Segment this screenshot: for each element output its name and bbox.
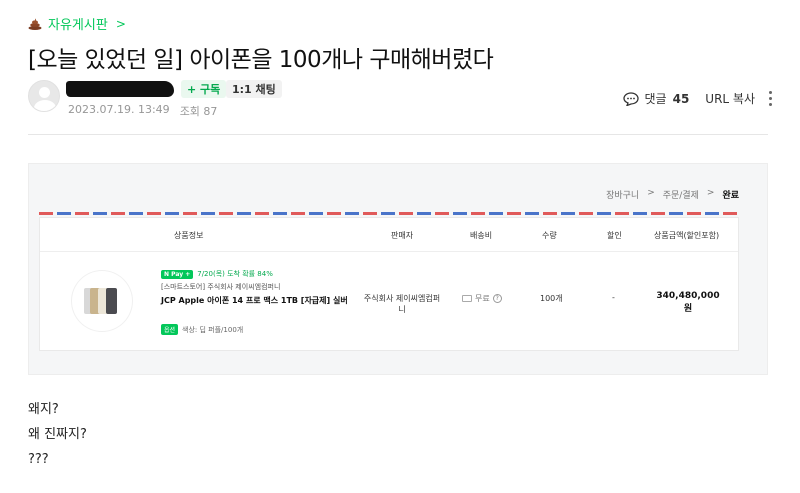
store-line: [스마트스토어] 주식회사 제이씨엠컴퍼니 [161, 283, 281, 291]
option-badge: 옵션 [161, 324, 179, 335]
crumb-checkout: 주문/결제 [662, 191, 699, 201]
order-breadcrumb: 장바구니 > 주문/결제 > 완료 [606, 188, 739, 201]
avatar[interactable] [28, 80, 60, 112]
poop-icon [28, 18, 42, 30]
more-options-icon[interactable] [769, 91, 772, 106]
col-product: 상품정보 [174, 231, 204, 240]
comment-icon[interactable] [622, 91, 639, 106]
url-copy-button[interactable]: URL 복사 [705, 90, 755, 107]
subscribe-button[interactable]: + 구독 [181, 80, 227, 98]
view-count: 조회 87 [179, 105, 218, 118]
seller-name: 주식회사 제이씨엠컴퍼니 [363, 294, 441, 314]
body-line: ??? [28, 452, 49, 467]
comments-label[interactable]: 댓글 [645, 90, 667, 107]
chevron-right-icon: > [115, 16, 126, 31]
chat-button[interactable]: 1:1 채팅 [226, 80, 282, 98]
crumb-sep: > [706, 188, 715, 198]
order-screenshot: 장바구니 > 주문/결제 > 완료 상품정보 판매자 배송비 수량 할인 상품금… [28, 163, 768, 375]
price-cell: 340,480,000 원 [648, 291, 728, 314]
shipping-fee: 무료 [475, 294, 490, 303]
post-date: 2023.07.19. 13:49 [68, 103, 170, 116]
price-value: 340,480,000 [656, 291, 720, 301]
body-line: 왜지? [28, 402, 59, 417]
npay-badge: N Pay + [161, 269, 194, 279]
help-icon: ? [492, 294, 502, 303]
col-qty: 수량 [542, 231, 557, 240]
crumb-complete: 완료 [722, 191, 739, 201]
col-discount: 할인 [607, 231, 622, 240]
col-total: 상품금액(할인포함) [654, 231, 720, 240]
board-label[interactable]: 자유게시판 [48, 14, 108, 33]
truck-icon [462, 295, 472, 302]
shipping-cell: 무료 ? [462, 293, 502, 304]
post-title: [오늘 있었던 일] 아이폰을 100개나 구매해버렸다 [28, 47, 494, 73]
arrival-text: 7/20(목) 도착 확률 84% [197, 270, 273, 278]
order-table-header: 상품정보 판매자 배송비 수량 할인 상품금액(할인포함) [40, 218, 738, 252]
redacted-nickname [66, 81, 174, 97]
discount: - [612, 293, 615, 302]
product-option: 옵션 색상: 딥 퍼플/100개 [161, 324, 243, 335]
order-table: 상품정보 판매자 배송비 수량 할인 상품금액(할인포함) N Pay + 7/… [39, 217, 739, 351]
post-body: 왜지? 왜 진짜지? ??? [28, 397, 87, 472]
option-text: 색상: 딥 퍼플/100개 [182, 325, 244, 334]
order-row: N Pay + 7/20(목) 도착 확률 84% [스마트스토어] 주식회사 … [40, 253, 738, 350]
post-tools: 댓글 45 URL 복사 [622, 90, 772, 107]
delivery-estimate: N Pay + 7/20(목) 도착 확률 84% [161, 269, 273, 279]
post-meta: 2023.07.19. 13:49 조회 87 [68, 103, 217, 119]
comments-count[interactable]: 45 [673, 92, 690, 106]
board-link[interactable]: 자유게시판 > [28, 14, 126, 33]
product-name: JCP Apple 아이폰 14 프로 맥스 1TB [자급제] 실버 [161, 296, 348, 305]
crumb-cart: 장바구니 [606, 191, 640, 201]
quantity: 100개 [540, 294, 563, 303]
col-seller: 판매자 [391, 231, 414, 240]
price-unit: 원 [683, 304, 693, 314]
divider [28, 134, 768, 135]
product-image [72, 271, 132, 331]
body-line: 왜 진짜지? [28, 427, 87, 442]
envelope-border [39, 212, 739, 215]
col-shipping: 배송비 [470, 231, 493, 240]
crumb-sep: > [647, 188, 655, 198]
